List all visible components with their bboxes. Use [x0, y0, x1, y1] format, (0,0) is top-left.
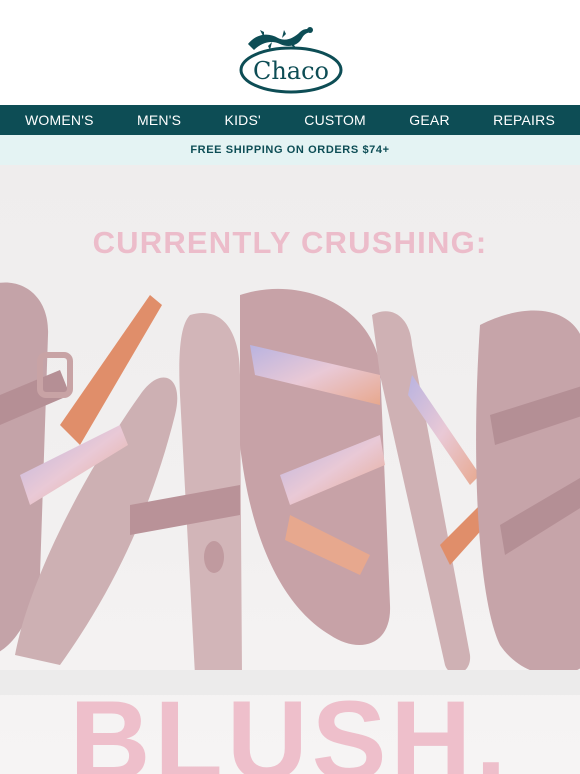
chaco-logo[interactable]: Chaco	[238, 24, 344, 96]
nav-item-gear[interactable]: GEAR	[409, 112, 449, 128]
hero-banner[interactable]: CURRENTLY CRUSHING: BLUSH.	[0, 165, 580, 774]
nav-item-kids[interactable]: KIDS'	[225, 112, 261, 128]
hero-title: CURRENTLY CRUSHING:	[92, 225, 488, 260]
promo-text: FREE SHIPPING ON ORDERS $74+	[190, 144, 390, 156]
chaco-badge	[204, 541, 224, 573]
promo-banner[interactable]: FREE SHIPPING ON ORDERS $74+	[0, 135, 580, 165]
main-nav: WOMEN'S MEN'S KIDS' CUSTOM GEAR REPAIRS	[0, 105, 580, 135]
hero-headline: BLUSH.	[69, 678, 511, 774]
gecko-icon	[248, 27, 313, 50]
logo-wordmark: Chaco	[253, 57, 329, 85]
nav-item-womens[interactable]: WOMEN'S	[25, 112, 94, 128]
sandals-image	[0, 282, 580, 695]
nav-item-custom[interactable]: CUSTOM	[304, 112, 366, 128]
nav-item-repairs[interactable]: REPAIRS	[493, 112, 555, 128]
email-header: Chaco	[0, 0, 580, 105]
nav-item-mens[interactable]: MEN'S	[137, 112, 181, 128]
